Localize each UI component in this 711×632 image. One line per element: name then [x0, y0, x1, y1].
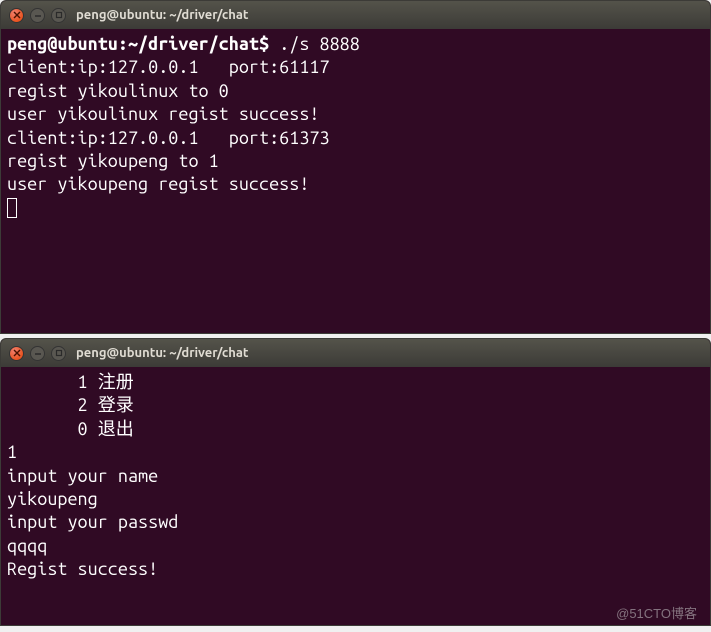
menu-item-exit: 0 退出	[7, 419, 134, 439]
terminal-window-client: peng@ubuntu: ~/driver/chat 1 注册 2 登录 0 退…	[0, 338, 711, 626]
output-line: user yikoulinux regist success!	[7, 104, 319, 124]
shell-prompt: peng@ubuntu:~/driver/chat$	[7, 34, 269, 54]
window-title: peng@ubuntu: ~/driver/chat	[76, 346, 248, 360]
output-line: client:ip:127.0.0.1 port:61373	[7, 128, 330, 148]
output-line: Regist success!	[7, 559, 158, 579]
titlebar[interactable]: peng@ubuntu: ~/driver/chat	[1, 1, 710, 29]
maximize-icon[interactable]	[51, 346, 66, 361]
terminal-window-server: peng@ubuntu: ~/driver/chat peng@ubuntu:~…	[0, 0, 711, 334]
output-line: client:ip:127.0.0.1 port:61117	[7, 57, 330, 77]
menu-item-register: 1 注册	[7, 372, 134, 392]
output-line: input your passwd	[7, 512, 178, 532]
output-line: yikoupeng	[7, 489, 98, 509]
window-title: peng@ubuntu: ~/driver/chat	[76, 8, 248, 22]
close-icon[interactable]	[9, 8, 24, 23]
output-line: qqqq	[7, 536, 47, 556]
command-text: ./s 8888	[279, 34, 360, 54]
minimize-icon[interactable]	[30, 8, 45, 23]
menu-item-login: 2 登录	[7, 395, 134, 415]
terminal-output[interactable]: 1 注册 2 登录 0 退出 1 input your name yikoupe…	[1, 367, 710, 625]
output-line: user yikoupeng regist success!	[7, 174, 309, 194]
maximize-icon[interactable]	[51, 8, 66, 23]
watermark-text: @51CTO博客	[616, 603, 697, 622]
output-line: 1	[7, 442, 17, 462]
output-line: input your name	[7, 466, 158, 486]
close-icon[interactable]	[9, 346, 24, 361]
output-line: regist yikoupeng to 1	[7, 151, 219, 171]
output-line: regist yikoulinux to 0	[7, 81, 229, 101]
titlebar[interactable]: peng@ubuntu: ~/driver/chat	[1, 339, 710, 367]
terminal-output[interactable]: peng@ubuntu:~/driver/chat$ ./s 8888 clie…	[1, 29, 710, 333]
cursor-icon	[7, 198, 17, 218]
minimize-icon[interactable]	[30, 346, 45, 361]
